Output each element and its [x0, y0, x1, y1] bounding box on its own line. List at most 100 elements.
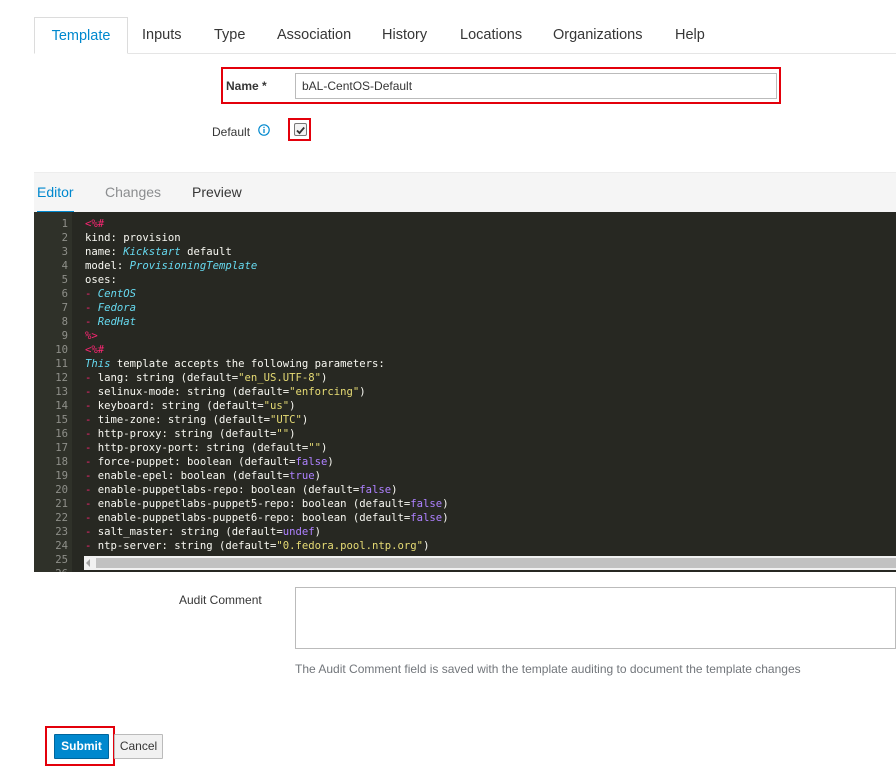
- tab-type[interactable]: Type: [214, 17, 245, 53]
- default-checkbox[interactable]: [294, 123, 307, 136]
- code-token: false: [410, 498, 443, 510]
- line-number: 5: [61, 274, 68, 286]
- code-token: ): [423, 540, 430, 552]
- code-token: time-zone: string (default=: [97, 414, 270, 426]
- code-token: RedHat: [97, 316, 137, 328]
- code-token: "enforcing": [289, 386, 360, 398]
- line-number: 7: [61, 302, 68, 314]
- code-token: -: [85, 470, 98, 482]
- editor-tab-editor[interactable]: Editor: [37, 173, 74, 213]
- code-token: enable-puppetlabs-repo: boolean (default…: [97, 484, 360, 496]
- editor-tab-changes[interactable]: Changes: [105, 173, 161, 211]
- code-token: This: [85, 358, 111, 370]
- line-number: 23: [55, 526, 68, 538]
- tab-inputs[interactable]: Inputs: [142, 17, 182, 53]
- code-token: ): [289, 428, 296, 440]
- name-label: Name *: [226, 79, 267, 93]
- code-token: keyboard: string (default=: [97, 400, 264, 412]
- default-label: Default: [212, 125, 251, 139]
- code-token: "en_US.UTF-8": [238, 372, 322, 384]
- code-editor[interactable]: 1 <%# 2 kind: provision 3 name: Kickstart def…: [34, 212, 896, 572]
- code-token: ): [442, 498, 449, 510]
- code-token: -: [85, 414, 98, 426]
- code-line: - keyboard: string (default="us"): [85, 399, 296, 413]
- code-token: http-proxy-port: string (default=: [97, 442, 309, 454]
- code-line: - ntp-server: string (default="0.fedora.…: [85, 539, 429, 553]
- line-number: 25: [55, 554, 68, 566]
- line-number: 1: [61, 218, 68, 230]
- code-token: -: [85, 456, 98, 468]
- code-line: - enable-epel: boolean (default=true): [85, 469, 321, 483]
- code-token: undef: [282, 526, 315, 538]
- tab-bar: Template Inputs Type Association History…: [34, 17, 896, 54]
- code-line: - Fedora: [85, 301, 136, 315]
- code-token: -: [85, 316, 98, 328]
- code-line: This template accepts the following para…: [85, 357, 385, 371]
- code-token: -: [85, 526, 98, 538]
- code-token: true: [289, 470, 315, 482]
- info-circle-icon[interactable]: [258, 124, 270, 136]
- tab-organizations[interactable]: Organizations: [553, 17, 642, 53]
- code-line: - enable-puppetlabs-puppet5-repo: boolea…: [85, 497, 449, 511]
- code-token: ): [301, 414, 309, 426]
- tab-history[interactable]: History: [382, 17, 427, 53]
- scroll-left-icon[interactable]: [86, 559, 90, 567]
- code-token: "us": [263, 400, 290, 412]
- tab-template[interactable]: Template: [34, 17, 128, 54]
- line-number: 14: [55, 400, 68, 412]
- code-token: kind: provision: [85, 232, 181, 244]
- line-number: 18: [55, 456, 68, 468]
- audit-comment-help: The Audit Comment field is saved with th…: [295, 662, 801, 676]
- code-token: ): [391, 484, 398, 496]
- line-number: 21: [55, 498, 68, 510]
- code-token: -: [85, 372, 98, 384]
- code-token: http-proxy: string (default=: [97, 428, 277, 440]
- line-number: 11: [55, 358, 68, 370]
- code-line: <%#: [85, 217, 104, 231]
- code-token: ntp-server: string (default=: [97, 540, 277, 552]
- line-number: 24: [55, 540, 68, 552]
- code-token: -: [85, 484, 98, 496]
- tab-association[interactable]: Association: [277, 17, 351, 53]
- submit-button[interactable]: Submit: [54, 734, 109, 759]
- line-number: 22: [55, 512, 68, 524]
- tab-help[interactable]: Help: [675, 17, 705, 53]
- code-token: %>: [85, 330, 98, 342]
- audit-comment-textarea[interactable]: [295, 587, 896, 649]
- code-token: -: [85, 428, 98, 440]
- code-token: -: [85, 442, 98, 454]
- code-line: name: Kickstart default: [85, 245, 232, 259]
- line-number: 12: [55, 372, 68, 384]
- code-token: -: [85, 498, 98, 510]
- code-token: -: [85, 512, 98, 524]
- name-input[interactable]: [295, 73, 777, 99]
- code-token: enable-puppetlabs-puppet5-repo: boolean …: [97, 498, 411, 510]
- code-line: <%#: [85, 343, 104, 357]
- line-number: 9: [61, 330, 68, 342]
- code-token: false: [410, 512, 443, 524]
- scrollbar-thumb[interactable]: [96, 558, 896, 568]
- code-token: ): [314, 470, 322, 482]
- code-token: template accepts the following parameter…: [110, 358, 385, 370]
- code-token: ): [442, 512, 449, 524]
- code-token: Kickstart: [123, 246, 181, 258]
- code-line: - force-puppet: boolean (default=false): [85, 455, 334, 469]
- line-number: 6: [61, 288, 68, 300]
- code-token: "0.fedora.pool.ntp.org": [276, 540, 424, 552]
- code-token: -: [85, 302, 98, 314]
- code-line: - enable-puppetlabs-repo: boolean (defau…: [85, 483, 398, 497]
- line-number: 15: [55, 414, 68, 426]
- line-number: 4: [61, 260, 68, 272]
- code-token: CentOS: [97, 288, 137, 300]
- line-number: 20: [55, 484, 68, 496]
- code-token: "": [308, 442, 322, 454]
- code-line: - enable-puppetlabs-puppet6-repo: boolea…: [85, 511, 449, 525]
- code-token: force-puppet: boolean (default=: [97, 456, 296, 468]
- horizontal-scrollbar[interactable]: [84, 556, 896, 570]
- line-number: 3: [61, 246, 68, 258]
- cancel-button[interactable]: Cancel: [114, 734, 163, 759]
- tab-locations[interactable]: Locations: [460, 17, 522, 53]
- editor-tab-preview[interactable]: Preview: [192, 173, 242, 211]
- code-token: "": [276, 428, 290, 440]
- line-number: 26: [34, 567, 68, 572]
